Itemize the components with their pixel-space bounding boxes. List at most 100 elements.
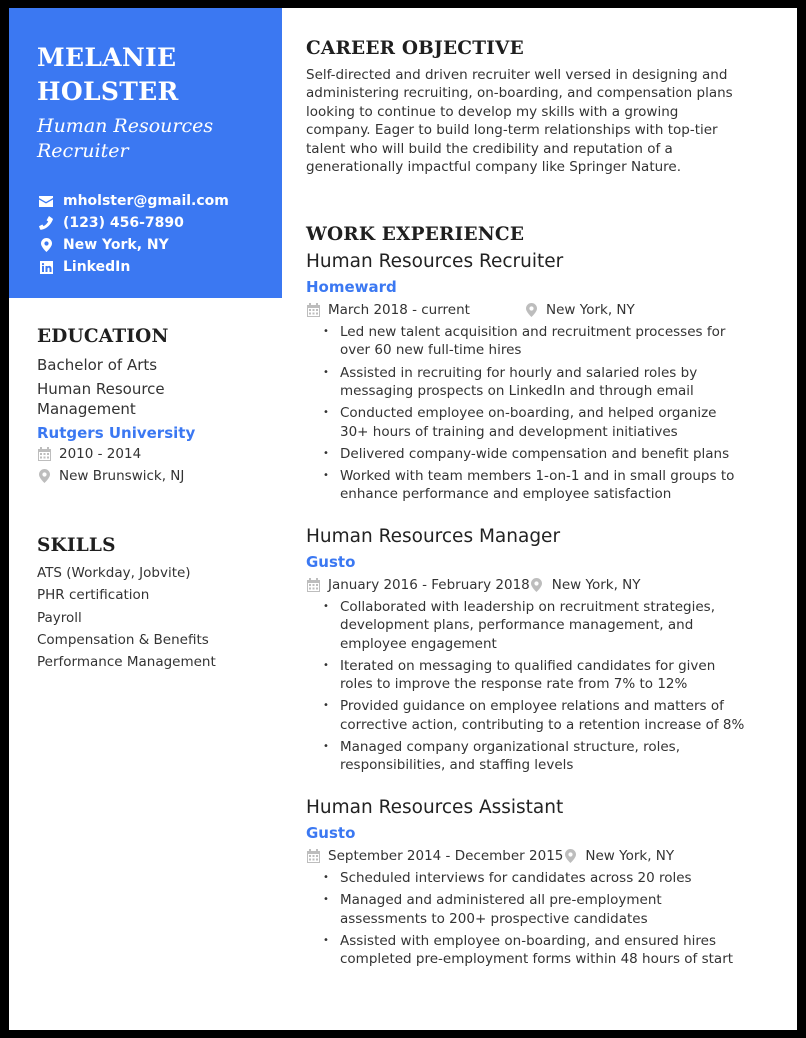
objective-line: administering recruiting, on-boarding, a… <box>306 85 733 102</box>
phone-icon <box>38 215 54 231</box>
objective-line: company. Eager to build long-term relati… <box>306 122 718 139</box>
job-bullet: Provided guidance on employee relations … <box>323 697 776 734</box>
bullet-line: Assisted in recruiting for hourly and sa… <box>340 364 698 381</box>
field-line-2: Management <box>37 400 136 418</box>
section-heading: WORK EXPERIENCE <box>306 224 525 245</box>
job-dates: January 2016 - February 2018 <box>328 576 530 593</box>
title-line-1: Human Resources <box>37 115 214 137</box>
bullet-line: Delivered company-wide compensation and … <box>340 445 730 462</box>
bullet-line: messaging prospects on LinkedIn and thro… <box>340 383 694 400</box>
objective-line: looking to continue to develop my skills… <box>306 103 679 120</box>
linkedin-text[interactable]: LinkedIn <box>63 259 130 275</box>
skill-item: Compensation & Benefits <box>37 631 209 648</box>
job-bullet: Conducted employee on-boarding, and help… <box>323 404 776 441</box>
field-of-study: Human Resource Management <box>37 379 277 419</box>
bullet-line: Provided guidance on employee relations … <box>340 698 724 715</box>
bullet-line: development plans, performance managemen… <box>340 617 694 634</box>
map-pin-icon <box>37 469 51 483</box>
job-entry: Human Resources Recruiter Homeward March 2… <box>306 249 776 504</box>
bullet-line: corrective action, contributing to a ret… <box>340 716 745 733</box>
job-location: New York, NY <box>585 847 675 864</box>
degree: Bachelor of Arts <box>37 356 158 374</box>
job-bullet: Managed company organizational structure… <box>323 738 776 775</box>
career-objective-section: CAREER OBJECTIVE Self-directed and drive… <box>306 38 776 176</box>
work-experience-section: WORK EXPERIENCE Human Resources Recruite… <box>306 224 776 972</box>
job-meta: January 2016 - February 2018 New York, NY <box>306 574 776 596</box>
map-pin-icon <box>563 848 577 863</box>
envelope-icon <box>38 193 54 209</box>
name-line-2: HOLSTER <box>37 77 179 106</box>
bullet-line: Assisted with employee on-boarding, and … <box>340 932 716 949</box>
bullet-line: enhance performance and employee satisfa… <box>340 486 672 503</box>
job-location: New York, NY <box>551 576 641 593</box>
job-bullet: Worked with team members 1-on-1 and in s… <box>323 467 776 504</box>
map-pin-icon <box>524 303 538 317</box>
phone-text[interactable]: (123) 456-7890 <box>63 215 184 231</box>
company-name: Gusto <box>306 552 356 571</box>
objective-line: generationally impactful company like Sp… <box>306 159 682 176</box>
linkedin-icon <box>38 259 54 275</box>
job-meta: September 2014 - December 2015 New York, … <box>306 845 776 867</box>
location-text: New York, NY <box>63 237 169 253</box>
calendar-icon <box>306 848 320 863</box>
job-bullet: Managed and administered all pre-employm… <box>323 891 776 928</box>
contact-list: mholster@gmail.com (123) 456-7890 New Yo… <box>38 190 229 278</box>
section-heading: CAREER OBJECTIVE <box>306 38 524 59</box>
bullet-line: Conducted employee on-boarding, and help… <box>340 405 717 422</box>
field-line-1: Human Resource <box>37 380 165 398</box>
job-bullet: Iterated on messaging to qualified candi… <box>323 657 776 694</box>
skill-item: Performance Management <box>37 654 216 671</box>
bullet-line: Managed company organizational structure… <box>340 739 680 756</box>
location-text: New Brunswick, NJ <box>59 468 185 484</box>
name-line-1: MELANIE <box>37 43 177 72</box>
job-title: Human Resources Recruiter <box>306 251 564 272</box>
objective-line: Self-directed and driven recruiter well … <box>306 67 728 83</box>
job-title: Human Resources Assistant <box>306 796 564 818</box>
job-dates: September 2014 - December 2015 <box>328 847 564 864</box>
bullet-line: Scheduled interviews for candidates acro… <box>340 869 692 886</box>
contact-linkedin[interactable]: LinkedIn <box>38 256 229 278</box>
bullet-line: Iterated on messaging to qualified candi… <box>340 657 716 674</box>
skills-list: ATS (Workday, Jobvite) PHR certification… <box>37 562 277 673</box>
job-entry: Human Resources Assistant Gusto September … <box>306 795 776 969</box>
job-bullet: Assisted in recruiting for hourly and sa… <box>323 364 776 401</box>
title-line-2: Recruiter <box>37 140 129 162</box>
section-heading: EDUCATION <box>37 326 169 347</box>
skill-item: Payroll <box>37 609 82 626</box>
bullet-line: roles to improve the response rate from … <box>340 676 688 693</box>
contact-email[interactable]: mholster@gmail.com <box>38 190 229 212</box>
education-dates: 2010 - 2014 <box>37 443 277 465</box>
calendar-icon <box>37 447 51 461</box>
job-bullet: Delivered company-wide compensation and … <box>323 445 776 464</box>
contact-phone[interactable]: (123) 456-7890 <box>38 212 229 234</box>
school-name: Rutgers University <box>37 424 196 442</box>
job-dates: March 2018 - current <box>328 302 470 318</box>
calendar-icon <box>306 577 320 592</box>
bullet-line: assessments to 200+ prospective candidat… <box>340 910 648 927</box>
skills-section: SKILLS ATS (Workday, Jobvite) PHR certif… <box>37 535 277 673</box>
company-name: Homeward <box>306 278 397 296</box>
job-bullets: Collaborated with leadership on recruitm… <box>306 598 776 775</box>
contact-location: New York, NY <box>38 234 229 256</box>
bullet-line: Collaborated with leadership on recruitm… <box>340 598 715 615</box>
company-name: Gusto <box>306 823 356 842</box>
objective-text: Self-directed and driven recruiter well … <box>306 66 776 176</box>
education-section: EDUCATION Bachelor of Arts Human Resourc… <box>37 326 277 487</box>
education-location: New Brunswick, NJ <box>37 465 277 487</box>
skill-item: ATS (Workday, Jobvite) <box>37 565 191 581</box>
dates-text: 2010 - 2014 <box>59 446 142 462</box>
objective-line: talent who will build the credibility an… <box>306 140 673 157</box>
job-bullet: Led new talent acquisition and recruitme… <box>323 323 776 360</box>
job-entry: Human Resources Manager Gusto January 2016… <box>306 524 776 775</box>
candidate-title: Human Resources Recruiter <box>37 114 277 164</box>
job-list: Human Resources Recruiter Homeward March 2… <box>306 249 776 969</box>
calendar-icon <box>306 303 320 317</box>
job-bullets: Scheduled interviews for candidates acro… <box>306 869 776 969</box>
job-bullet: Assisted with employee on-boarding, and … <box>323 932 776 969</box>
email-text[interactable]: mholster@gmail.com <box>63 193 229 209</box>
candidate-name: MELANIE HOLSTER <box>37 41 179 109</box>
job-title: Human Resources Manager <box>306 525 561 547</box>
resume-page: MELANIE HOLSTER Human Resources Recruite… <box>9 8 797 1030</box>
job-bullets: Led new talent acquisition and recruitme… <box>306 323 776 504</box>
section-heading: SKILLS <box>37 535 116 556</box>
